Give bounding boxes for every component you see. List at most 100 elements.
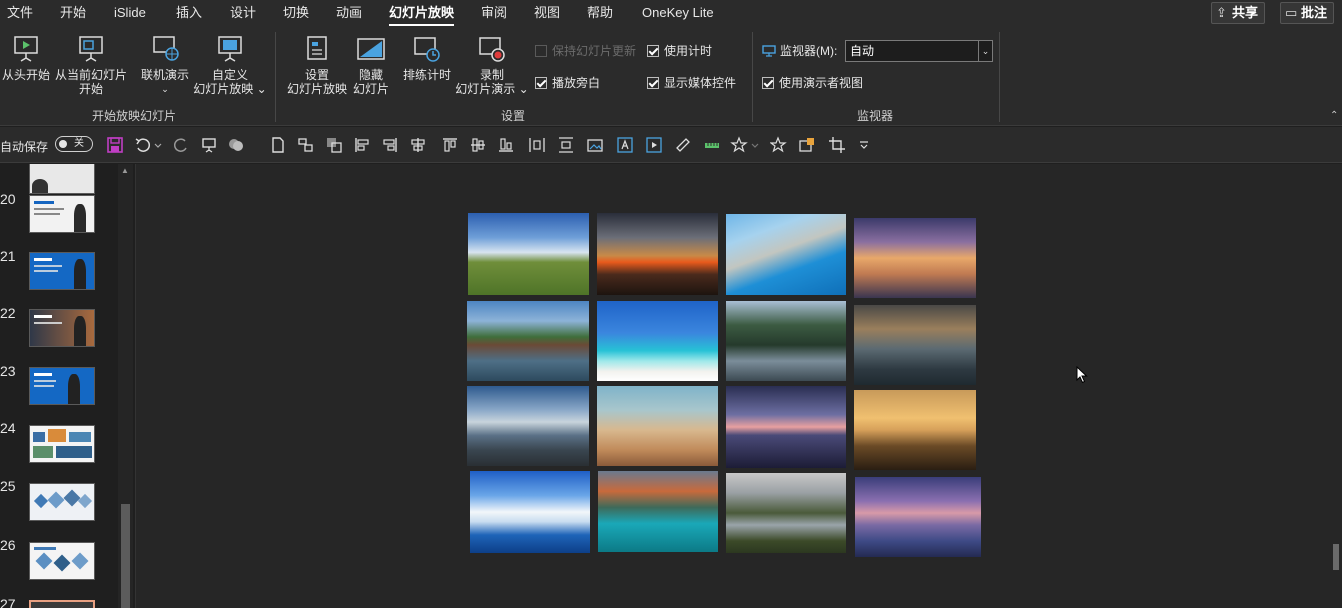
tab-design[interactable]: 设计 xyxy=(230,4,256,22)
textbox-icon[interactable] xyxy=(616,136,634,154)
landscape-photo[interactable] xyxy=(726,214,846,295)
from-current-button[interactable]: 从当前幻灯片 开始 xyxy=(54,34,128,96)
presenter-view-checkbox[interactable]: 使用演示者视图 xyxy=(762,76,863,90)
scroll-up-icon[interactable]: ▲ xyxy=(121,166,129,175)
landscape-photo[interactable] xyxy=(854,390,976,470)
save-icon[interactable] xyxy=(106,136,124,154)
show-media-controls-checkbox[interactable]: 显示媒体控件 xyxy=(647,76,736,90)
landscape-photo[interactable] xyxy=(726,301,846,381)
record-label-2: 幻灯片演示 ⌄ xyxy=(455,82,529,96)
monitor-select[interactable]: 自动 ⌄ xyxy=(845,40,993,62)
tab-review[interactable]: 审阅 xyxy=(481,4,507,22)
distribute-vertical-icon[interactable] xyxy=(557,136,575,154)
bring-forward-icon[interactable] xyxy=(325,136,343,154)
collapse-ribbon-icon[interactable]: ⌃ xyxy=(1330,110,1338,121)
slide-thumbnail[interactable] xyxy=(29,252,95,290)
rehearse-timings-icon xyxy=(414,37,440,62)
tab-home[interactable]: 开始 xyxy=(60,4,86,22)
slide-thumbnail[interactable] xyxy=(29,425,95,463)
tab-view[interactable]: 视图 xyxy=(534,4,560,22)
favorite-add-icon[interactable] xyxy=(770,136,788,154)
tab-help[interactable]: 帮助 xyxy=(587,4,613,22)
canvas-scrollbar[interactable] xyxy=(1330,164,1342,608)
image-icon[interactable] xyxy=(586,136,604,154)
star-icon[interactable] xyxy=(730,136,748,154)
align-center-icon[interactable] xyxy=(409,136,427,154)
tab-insert[interactable]: 插入 xyxy=(176,4,202,22)
landscape-photo[interactable] xyxy=(597,301,718,381)
share-button[interactable]: ⇪ 共享 xyxy=(1211,2,1266,24)
landscape-photo[interactable] xyxy=(726,386,846,468)
align-bottom-icon[interactable] xyxy=(497,136,515,154)
hide-slide-icon xyxy=(357,38,385,60)
ribbon: 从头开始 从当前幻灯片 开始 联机演示 ⌄ 自定义 幻灯片放映 ⌄ 开始放映幻灯… xyxy=(0,26,1342,126)
landscape-photo[interactable] xyxy=(598,471,718,552)
distribute-horizontal-icon[interactable] xyxy=(528,136,546,154)
present-icon[interactable] xyxy=(200,136,218,154)
ruler-icon[interactable] xyxy=(703,136,721,154)
thumbnail-scroll-thumb[interactable] xyxy=(121,504,130,608)
landscape-photo[interactable] xyxy=(854,218,976,298)
video-icon[interactable] xyxy=(645,136,663,154)
align-top-icon[interactable] xyxy=(441,136,459,154)
custom-slideshow-button[interactable]: 自定义 幻灯片放映 ⌄ xyxy=(192,34,268,96)
hide-slide-label-1: 隐藏 xyxy=(358,68,383,82)
crop-icon[interactable] xyxy=(828,136,846,154)
slide-thumbnail[interactable] xyxy=(29,164,95,194)
record-slideshow-button[interactable]: 录制 幻灯片演示 ⌄ xyxy=(454,34,530,96)
setup-slideshow-button[interactable]: 设置 幻灯片放映 xyxy=(284,34,350,96)
slide-canvas[interactable] xyxy=(135,164,1330,608)
tab-transitions[interactable]: 切换 xyxy=(283,4,309,22)
autosave-toggle[interactable]: 关 xyxy=(55,136,93,152)
custom-slideshow-icon xyxy=(218,36,242,62)
chevron-down-icon[interactable]: ⌄ xyxy=(978,41,992,61)
landscape-photo[interactable] xyxy=(855,477,981,557)
slide-thumbnail[interactable] xyxy=(29,542,95,580)
photo-edit-icon[interactable] xyxy=(798,136,816,154)
align-middle-icon[interactable] xyxy=(469,136,487,154)
new-slide-icon[interactable] xyxy=(269,136,287,154)
tab-onekey-lite[interactable]: OneKey Lite xyxy=(642,4,714,22)
play-narration-checkbox[interactable]: 播放旁白 xyxy=(535,76,600,90)
tab-file[interactable]: 文件 xyxy=(7,4,33,22)
tab-islide[interactable]: iSlide xyxy=(114,4,146,22)
landscape-photo[interactable] xyxy=(597,386,718,466)
slide-thumbnail[interactable] xyxy=(29,309,95,347)
from-current-label-1: 从当前幻灯片 xyxy=(54,68,127,82)
format-painter-icon[interactable] xyxy=(674,136,692,154)
comments-button[interactable]: ▭ 批注 xyxy=(1280,2,1335,24)
landscape-photo[interactable] xyxy=(467,301,589,381)
quick-access-toolbar: 自动保存 关 xyxy=(0,127,1342,163)
align-right-icon[interactable] xyxy=(381,136,399,154)
slide-thumbnail[interactable] xyxy=(29,367,95,405)
shapes-icon[interactable] xyxy=(227,136,245,154)
star-dropdown-icon[interactable] xyxy=(750,136,760,154)
use-timings-checkbox[interactable]: 使用计时 xyxy=(647,44,712,58)
customize-toolbar-icon[interactable] xyxy=(858,136,870,154)
hide-slide-button[interactable]: 隐藏 幻灯片 xyxy=(350,34,392,96)
from-beginning-button[interactable]: 从头开始 xyxy=(0,34,52,82)
online-present-button[interactable]: 联机演示 ⌄ xyxy=(138,34,192,96)
landscape-photo[interactable] xyxy=(597,213,718,295)
group-objects-icon[interactable] xyxy=(297,136,315,154)
rehearse-timings-button[interactable]: 排练计时 xyxy=(400,34,454,82)
slide-thumbnail[interactable] xyxy=(29,195,95,233)
landscape-photo[interactable] xyxy=(726,473,846,553)
align-left-icon[interactable] xyxy=(353,136,371,154)
undo-dropdown-icon[interactable] xyxy=(153,136,163,154)
tab-slideshow[interactable]: 幻灯片放映 xyxy=(389,4,455,26)
landscape-photo[interactable] xyxy=(470,471,590,553)
landscape-photo[interactable] xyxy=(468,213,589,295)
slide-thumbnail[interactable] xyxy=(29,483,95,521)
tab-animations[interactable]: 动画 xyxy=(336,4,362,22)
thumbnail-scrollbar[interactable]: ▲ xyxy=(118,164,133,608)
slide-thumbnail-selected[interactable] xyxy=(29,600,95,608)
online-present-icon xyxy=(153,36,179,61)
landscape-photo[interactable] xyxy=(467,386,589,466)
landscape-photo[interactable] xyxy=(854,305,976,385)
canvas-scroll-thumb[interactable] xyxy=(1333,544,1339,570)
setup-slideshow-label-1: 设置 xyxy=(304,68,329,82)
keep-updated-checkbox[interactable]: 保持幻灯片更新 xyxy=(535,44,636,58)
undo-icon[interactable] xyxy=(134,136,152,154)
redo-icon[interactable] xyxy=(172,136,190,154)
